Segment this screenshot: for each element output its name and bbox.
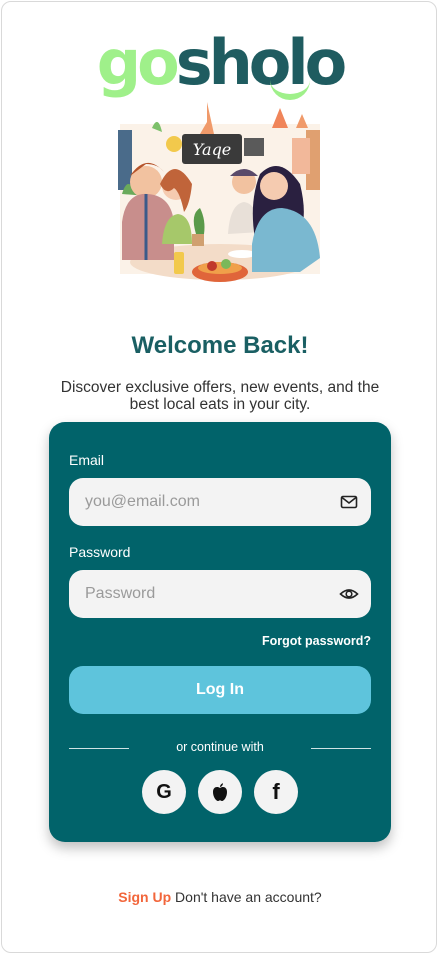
google-icon: G <box>156 780 172 803</box>
welcome-title: Welcome Back! <box>131 332 309 359</box>
apple-icon <box>213 783 227 801</box>
login-card: Email you@email.com Password Password Fo… <box>49 422 391 842</box>
password-placeholder: Password <box>85 585 156 602</box>
email-placeholder: you@email.com <box>85 493 200 510</box>
apple-login-button[interactable] <box>198 770 242 814</box>
app-logo: gosholo <box>0 28 440 98</box>
email-field[interactable]: you@email.com <box>69 478 371 526</box>
welcome-subtitle: Discover exclusive offers, new events, a… <box>60 379 380 413</box>
hero-illustration: Yaqe <box>118 102 320 282</box>
password-field[interactable]: Password <box>69 570 371 618</box>
google-login-button[interactable]: G <box>142 770 186 814</box>
password-label: Password <box>69 544 131 560</box>
signup-prompt-text: Don't have an account? <box>175 889 322 905</box>
signup-link[interactable]: Sign Up <box>118 889 171 905</box>
email-label: Email <box>69 452 105 468</box>
divider-text: or continue with <box>176 740 264 754</box>
forgot-password-link[interactable]: Forgot password? <box>262 634 371 648</box>
mail-icon <box>340 495 358 509</box>
logo-part-go: go <box>96 26 180 99</box>
login-button[interactable]: Log In <box>69 666 371 714</box>
eye-icon[interactable] <box>339 584 359 604</box>
cafe-sign-text: Yaqe <box>193 140 232 159</box>
facebook-icon: f <box>272 779 280 804</box>
logo-part-sholo: sholo <box>175 26 347 99</box>
facebook-login-button[interactable]: f <box>254 770 298 814</box>
signup-prompt: Sign Up Don't have an account? <box>0 889 440 905</box>
divider-right <box>311 748 371 749</box>
